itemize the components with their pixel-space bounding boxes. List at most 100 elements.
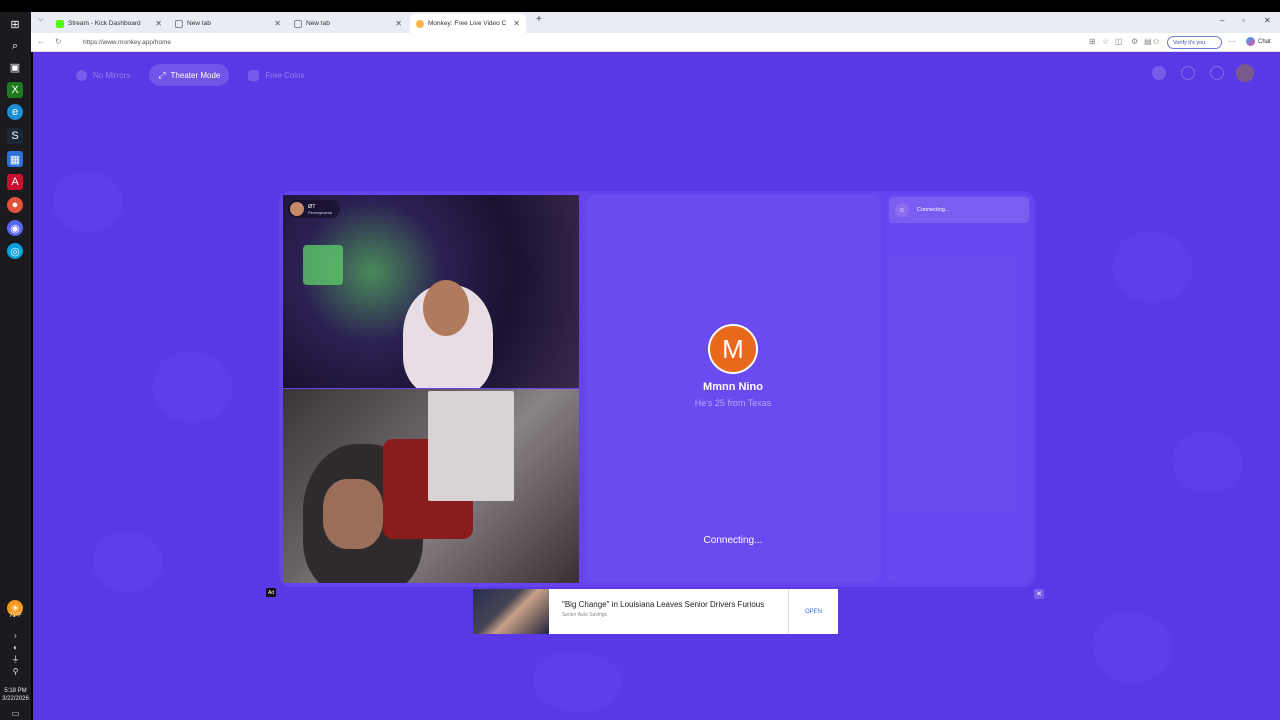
background-decoration xyxy=(93,532,163,592)
split-screen-icon[interactable]: ◫ xyxy=(1115,37,1123,46)
tab-monkey[interactable]: Monkey: Free Live Video Chat ✕ xyxy=(410,14,526,33)
monitor-glow xyxy=(303,245,343,285)
chat-label: Chat xyxy=(1258,38,1271,45)
person-face xyxy=(323,479,383,549)
ad-close-button[interactable]: ✕ xyxy=(1034,589,1044,599)
app-chat-icon[interactable]: ◉ xyxy=(7,220,23,236)
more-options-icon[interactable]: ⋯ xyxy=(1228,37,1236,46)
connecting-status: Connecting... xyxy=(703,535,763,546)
extensions-icon[interactable]: ⚙ xyxy=(1131,37,1138,46)
tab-new-tab-1[interactable]: New tab ✕ xyxy=(169,14,287,33)
video-chat-stage: ØT Pennsylvania M Mmnn Nino He's 25 from… xyxy=(279,191,1035,587)
back-icon[interactable]: ← xyxy=(37,37,45,46)
ad-open-button[interactable]: OPEN xyxy=(788,589,838,634)
microphone-icon[interactable]: ⏚ xyxy=(0,656,31,664)
tab-kick-dashboard[interactable]: Stream - Kick Dashboard ✕ xyxy=(50,14,168,33)
avatar xyxy=(290,202,304,216)
notification-icon[interactable]: ▭ xyxy=(0,710,31,718)
background-decoration xyxy=(1173,432,1243,492)
background-decoration xyxy=(533,652,623,712)
messages-icon[interactable] xyxy=(1210,66,1224,80)
tab-new-tab-2[interactable]: New tab ✕ xyxy=(288,14,408,33)
close-tab-icon[interactable]: ✕ xyxy=(274,19,281,28)
window-blinds xyxy=(428,391,514,501)
top-nav: No Mirrors ⤢ Theater Mode Free Coins xyxy=(67,64,313,86)
store-icon[interactable]: ▦ xyxy=(7,151,23,167)
browser-tab-bar: ⌵ Stream - Kick Dashboard ✕ New tab ✕ Ne… xyxy=(31,12,1280,33)
screen-top-strip xyxy=(0,0,1280,12)
verify-profile-button[interactable]: Verify it's you xyxy=(1167,36,1223,49)
link-icon[interactable]: ⚲ xyxy=(0,668,31,676)
windows-taskbar: ⊞ ⌕ ▣ X e S ▦ A ● ◉ ◎ ☀ 71°F › ◐ ⏚ ⚲ 5:1… xyxy=(0,12,31,720)
close-tab-icon[interactable]: ✕ xyxy=(395,19,402,28)
self-video: ØT Pennsylvania xyxy=(283,195,579,388)
ad-title: "Big Change" in Louisiana Leaves Senior … xyxy=(562,600,765,609)
kick-favicon-icon xyxy=(56,19,64,28)
steam-icon[interactable]: S xyxy=(7,128,23,144)
minimize-icon[interactable]: – xyxy=(1220,16,1224,25)
coins-icon xyxy=(248,69,260,81)
new-tab-button[interactable]: + xyxy=(536,14,542,25)
close-tab-icon[interactable]: ✕ xyxy=(513,19,520,28)
ad-banner[interactable]: "Big Change" in Louisiana Leaves Senior … xyxy=(473,589,838,634)
profile-small-icon[interactable] xyxy=(1152,66,1166,80)
free-coins-button[interactable]: Free Coins xyxy=(239,64,313,86)
app-record-icon[interactable]: ● xyxy=(7,197,23,213)
no-mirrors-button[interactable]: No Mirrors xyxy=(67,64,139,86)
browser-address-bar: ← ↻ https://www.monkey.app/home ⊞ ☆ ◫ ⚙ … xyxy=(31,33,1280,52)
match-panel: M Mmnn Nino He's 25 from Texas Connectin… xyxy=(585,195,881,583)
new-tab-favicon-icon xyxy=(294,19,302,28)
theater-mode-button[interactable]: ⤢ Theater Mode xyxy=(149,64,230,86)
copilot-icon xyxy=(1246,37,1255,46)
apps-icon[interactable]: ⊞ xyxy=(1089,37,1096,46)
match-avatar[interactable]: M xyxy=(708,324,758,374)
task-view-icon[interactable]: ▣ xyxy=(7,59,23,75)
copilot-chat-button[interactable]: Chat xyxy=(1246,37,1271,46)
clock-date[interactable]: 3/22/2026 xyxy=(0,696,31,703)
background-decoration xyxy=(153,352,233,422)
side-status-text: Connecting... xyxy=(917,207,950,213)
ad-body: "Big Change" in Louisiana Leaves Senior … xyxy=(549,589,788,634)
ad-sponsor: Senior Auto Savings xyxy=(562,612,608,618)
partner-camera-video xyxy=(283,389,579,583)
tab-label: Stream - Kick Dashboard xyxy=(68,20,141,27)
verify-label: Verify it's you xyxy=(1173,39,1206,46)
app-camera-icon[interactable]: ◎ xyxy=(7,243,23,259)
weather-temp: 71°F xyxy=(9,613,22,619)
tab-label: Monkey: Free Live Video Chat xyxy=(428,20,506,27)
chevron-up-icon[interactable]: › xyxy=(0,632,31,640)
background-decoration xyxy=(1093,612,1173,682)
clock-time[interactable]: 5:18 PM xyxy=(0,688,31,695)
background-decoration xyxy=(1113,232,1193,302)
background-decoration xyxy=(53,172,123,232)
maximize-icon[interactable]: ▫ xyxy=(1242,16,1245,25)
window-close-icon[interactable]: ✕ xyxy=(1264,16,1271,25)
windows-start-icon[interactable]: ⊞ xyxy=(7,16,23,32)
match-subtitle: He's 25 from Texas xyxy=(694,398,772,408)
tab-label: New tab xyxy=(187,20,211,27)
user-avatar[interactable] xyxy=(1236,64,1254,82)
favorites-icon[interactable]: ✩ xyxy=(1153,37,1160,46)
ad-image xyxy=(473,589,549,634)
refresh-icon[interactable]: ↻ xyxy=(55,37,62,46)
xbox-icon[interactable]: X xyxy=(7,82,23,98)
free-coins-label: Free Coins xyxy=(265,70,305,80)
no-mirrors-label: No Mirrors xyxy=(93,70,131,80)
close-tab-icon[interactable]: ✕ xyxy=(155,19,162,28)
monkey-favicon-icon xyxy=(416,19,424,28)
history-icon[interactable] xyxy=(1181,66,1195,80)
self-location: Pennsylvania xyxy=(308,209,332,215)
url-field[interactable]: https://www.monkey.app/home xyxy=(71,36,1081,49)
app-a-icon[interactable]: A xyxy=(7,174,23,190)
favorite-star-icon[interactable]: ☆ xyxy=(1102,37,1109,46)
match-name: Mmnn Nino xyxy=(703,381,763,393)
edge-icon[interactable]: e xyxy=(7,104,23,120)
tab-actions-icon[interactable]: ⌵ xyxy=(38,16,43,24)
side-status-row: ☺ Connecting... xyxy=(889,197,1029,223)
ad-label: Ad xyxy=(266,588,276,597)
collections-icon[interactable]: ▤ xyxy=(1144,37,1152,46)
volume-icon[interactable]: ◐ xyxy=(0,644,31,652)
search-icon[interactable]: ⌕ xyxy=(7,38,23,54)
streamer-head xyxy=(423,280,469,336)
monkey-page: No Mirrors ⤢ Theater Mode Free Coins ØT … xyxy=(33,52,1280,720)
